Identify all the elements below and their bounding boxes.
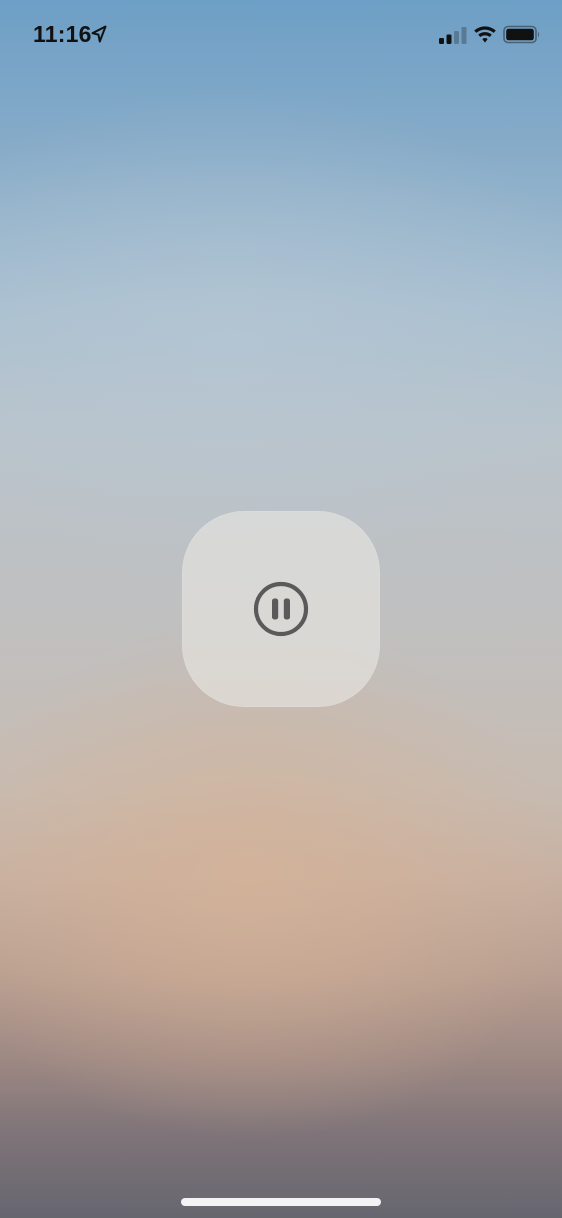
battery-full-icon bbox=[503, 25, 540, 44]
status-time: 11:16 bbox=[33, 21, 92, 47]
pause-circle-icon bbox=[253, 581, 309, 637]
status-bar: 11:16 bbox=[0, 0, 562, 70]
location-arrow-icon bbox=[91, 25, 107, 43]
pause-button[interactable] bbox=[182, 511, 380, 707]
home-indicator[interactable] bbox=[181, 1198, 381, 1206]
wifi-icon bbox=[474, 26, 496, 43]
cellular-signal-icon bbox=[439, 27, 467, 44]
